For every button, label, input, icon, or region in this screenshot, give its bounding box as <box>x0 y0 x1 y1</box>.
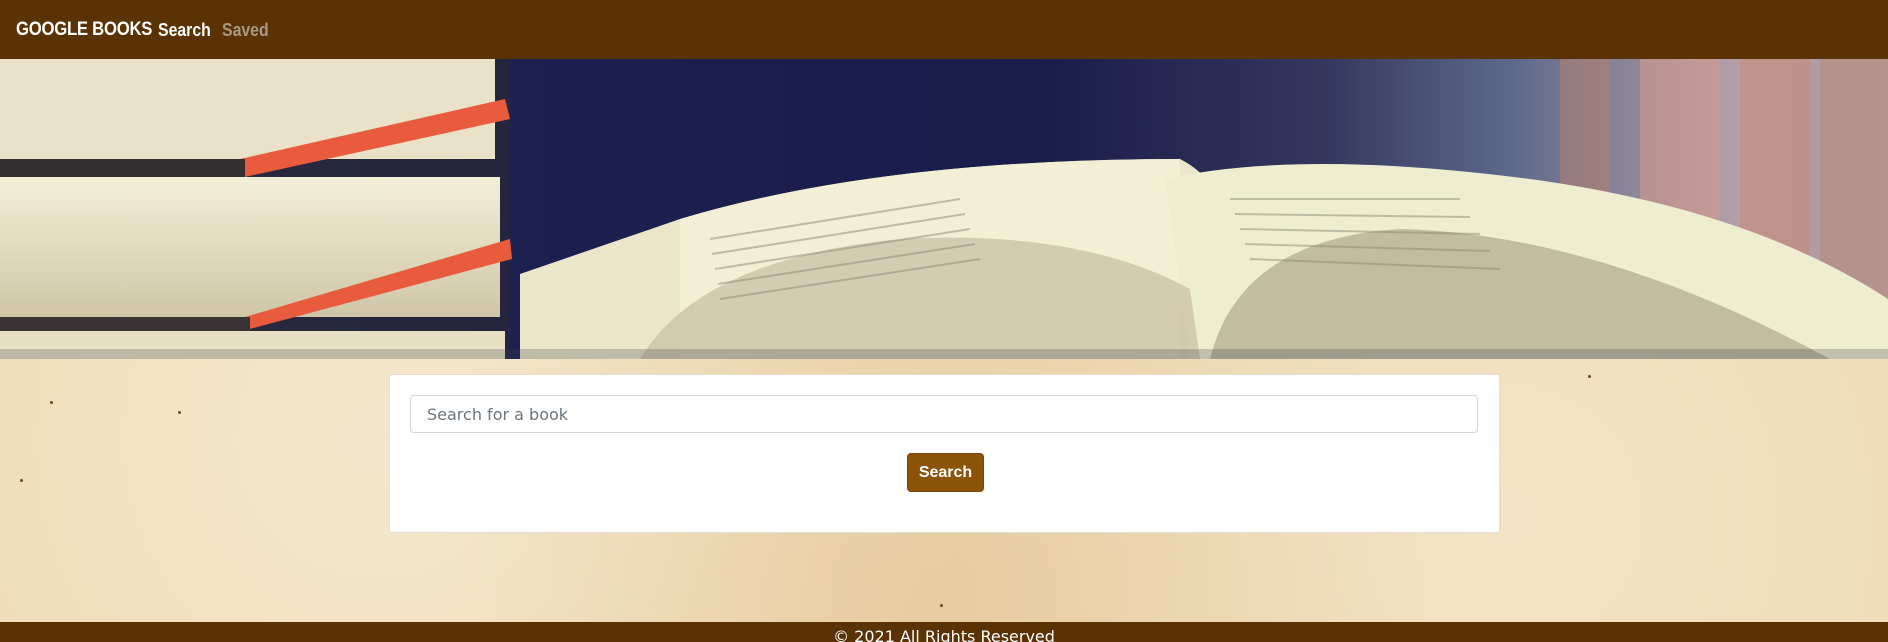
footer: © 2021 All Rights Reserved <box>0 622 1888 642</box>
nav-link-saved[interactable]: Saved <box>222 20 269 41</box>
navbar: GOOGLE BOOKS Search Saved <box>0 0 1888 59</box>
texture-speck <box>178 411 181 414</box>
copyright-text: © 2021 All Rights Reserved <box>833 627 1055 642</box>
hero-banner-image <box>0 59 1888 359</box>
nav-link-search[interactable]: Search <box>158 20 211 41</box>
search-button[interactable]: Search <box>907 453 984 492</box>
search-input[interactable] <box>410 395 1478 433</box>
brand-link[interactable]: GOOGLE BOOKS <box>16 19 152 41</box>
search-card: Search <box>389 374 1500 533</box>
texture-speck <box>50 401 53 404</box>
texture-speck <box>940 604 943 607</box>
books-illustration <box>0 59 1888 359</box>
texture-speck <box>20 479 23 482</box>
texture-speck <box>1588 375 1591 378</box>
